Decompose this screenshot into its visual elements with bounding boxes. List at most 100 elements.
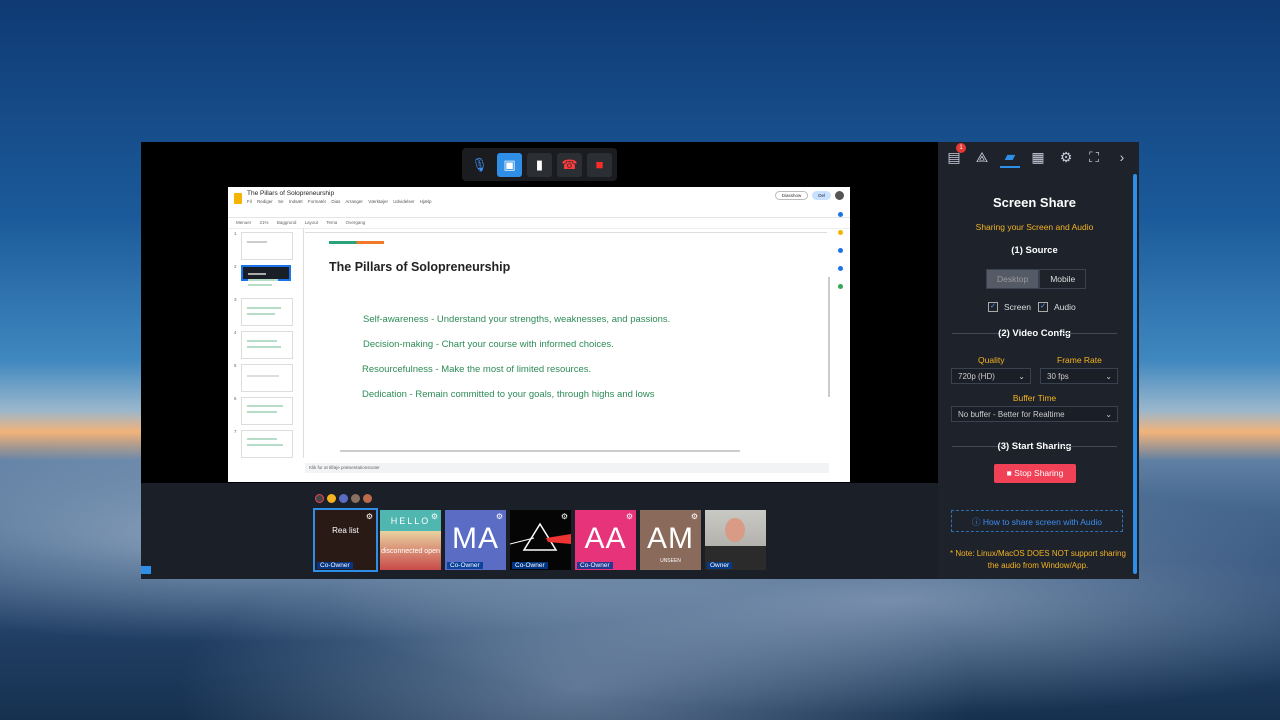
participant-tile[interactable]: ⚙ Co-Owner	[510, 510, 571, 570]
gear-icon[interactable]: ⚙	[496, 512, 503, 521]
screen-label: Screen	[1004, 302, 1031, 312]
hangup-icon: ☎	[561, 156, 578, 172]
slides-header: The Pillars of Solopreneurship Fil Redig…	[228, 187, 850, 218]
menu-tools[interactable]: Værktøjer	[368, 199, 388, 204]
tab-chat[interactable]: ▤ 1	[944, 143, 966, 167]
menu-view[interactable]: Se	[278, 199, 284, 204]
avatar[interactable]	[351, 494, 360, 503]
menus-search[interactable]: Menuer	[236, 220, 251, 225]
slide-scrollbar[interactable]	[828, 277, 830, 397]
speaker-notes[interactable]: Klik for at tilføje præsentationsnoter	[305, 463, 829, 473]
slideshow-button[interactable]: Diasshow	[774, 191, 809, 200]
menu-extensions[interactable]: Udvidelser	[393, 199, 414, 204]
slide-number: 5	[234, 363, 237, 368]
participant-label: HELLO	[390, 516, 431, 526]
menu-file[interactable]: Fil	[247, 199, 252, 204]
zoom-level[interactable]: 21%	[260, 220, 269, 225]
avatar[interactable]	[339, 494, 348, 503]
participant-label: Rea list	[332, 526, 359, 535]
tasks-icon[interactable]	[838, 248, 843, 253]
screen-share-icon: ▰	[1004, 147, 1016, 164]
buffer-select[interactable]: No buffer - Better for Realtime ⌄	[951, 406, 1118, 422]
gear-icon[interactable]: ⚙	[626, 512, 633, 521]
participant-tile[interactable]: ⚙ Rea list Co-Owner	[313, 508, 378, 572]
side-panel: ▤ 1 ⟁ ▰ ▦ ⚙ ⛶ › Screen Share Sharing your…	[938, 142, 1139, 579]
avatar[interactable]	[327, 494, 336, 503]
menu-format[interactable]: Formatér	[308, 199, 326, 204]
screen-checkbox[interactable]: ✓ Screen	[988, 302, 1031, 312]
gear-icon[interactable]: ⚙	[691, 512, 698, 521]
slide-thumbnail[interactable]	[241, 298, 293, 326]
gear-icon[interactable]: ⚙	[366, 512, 373, 521]
audio-checkbox[interactable]: ✓ Audio	[1038, 302, 1076, 312]
slide-bullet: Resourcefulness - Make the most of limit…	[362, 364, 592, 375]
theme-button[interactable]: Tema	[326, 220, 337, 225]
slide-thumbnail[interactable]	[241, 364, 293, 392]
slide-canvas[interactable]: The Pillars of Solopreneurship Self-awar…	[305, 233, 827, 451]
buffer-value: No buffer - Better for Realtime	[958, 410, 1065, 419]
menu-insert[interactable]: Indsæt	[289, 199, 303, 204]
account-avatar[interactable]	[835, 191, 844, 200]
menu-arrange[interactable]: Arranger	[345, 199, 363, 204]
quality-label: Quality	[978, 355, 1005, 365]
slide-number: 1	[234, 231, 237, 236]
menu-slide[interactable]: Dias	[331, 199, 340, 204]
participant-tile[interactable]: Owner	[705, 510, 766, 570]
slide-number: 6	[234, 396, 237, 401]
participant-tile[interactable]: ⚙ HELLO disconnected open	[380, 510, 441, 570]
audio-label: Audio	[1054, 302, 1076, 312]
tab-layout[interactable]: ▦	[1028, 147, 1048, 167]
share-button[interactable]: Del	[812, 191, 831, 200]
connection-stats-button[interactable]: ▮	[527, 152, 552, 177]
slide-thumbnail[interactable]	[241, 430, 293, 458]
stop-sharing-button[interactable]: ■ Stop Sharing	[994, 464, 1076, 483]
transition-button[interactable]: Overgang	[346, 220, 366, 225]
mic-button[interactable]: 🎙	[467, 153, 492, 177]
panel-scrollbar[interactable]	[1133, 174, 1137, 574]
slide-thumbnail[interactable]	[241, 331, 293, 359]
shared-screen: The Pillars of Solopreneurship Fil Redig…	[228, 187, 850, 482]
camera-toggle-button[interactable]: ▣	[497, 152, 522, 177]
participant-initials: MA	[452, 522, 499, 555]
document-title[interactable]: The Pillars of Solopreneurship	[247, 190, 334, 197]
divider	[1062, 446, 1117, 447]
background-button[interactable]: Baggrund	[277, 220, 297, 225]
status-icon[interactable]	[141, 566, 151, 574]
hangup-button[interactable]: ☎	[557, 152, 582, 177]
slide-number: 7	[234, 429, 237, 434]
contacts-icon[interactable]	[838, 266, 843, 271]
calendar-icon[interactable]	[838, 212, 843, 217]
layout-button[interactable]: Layout	[305, 220, 319, 225]
slide-thumbnail-selected[interactable]	[241, 265, 291, 286]
tab-share[interactable]: ⟁	[972, 147, 992, 167]
stop-button[interactable]: ■	[587, 152, 612, 177]
maps-icon[interactable]	[838, 284, 843, 289]
slide-thumbnail[interactable]	[241, 232, 293, 260]
mobile-option[interactable]: Mobile	[1039, 269, 1087, 289]
slide-thumbnail[interactable]	[241, 397, 293, 425]
participant-initials: AM	[647, 522, 694, 555]
desktop-option[interactable]: Desktop	[986, 269, 1040, 289]
collapse-panel-button[interactable]: ›	[1112, 147, 1132, 167]
tab-fullscreen[interactable]: ⛶	[1084, 147, 1104, 167]
howto-link[interactable]: ⓘ How to share screen with Audio	[951, 510, 1123, 532]
participant-tile[interactable]: ⚙ AA Co-Owner	[575, 510, 636, 570]
meeting-app: 🎙 ▣ ▮ ☎ ■ The Pillars of Solopreneurship…	[141, 142, 1139, 579]
participant-tile[interactable]: ⚙ AM UNSEEN	[640, 510, 701, 570]
menu-help[interactable]: Hjælp	[420, 199, 432, 204]
framerate-select[interactable]: 30 fps ⌄	[1040, 368, 1118, 384]
slide-horizontal-scrollbar[interactable]	[340, 450, 740, 452]
quality-select[interactable]: 720p (HD) ⌄	[951, 368, 1031, 384]
avatar[interactable]	[363, 494, 372, 503]
avatar[interactable]	[315, 494, 324, 503]
tab-screen-share[interactable]: ▰	[1000, 146, 1020, 168]
slide-thumbnails: 1 2 3 4 5 6 7	[228, 228, 298, 458]
keep-icon[interactable]	[838, 230, 843, 235]
stop-icon: ■	[595, 157, 604, 172]
menu-edit[interactable]: Rediger	[257, 199, 273, 204]
grid-icon: ▦	[1031, 148, 1045, 165]
participant-tile[interactable]: ⚙ MA Co-Owner	[445, 510, 506, 570]
prism-image	[510, 522, 571, 551]
tab-settings[interactable]: ⚙	[1056, 147, 1076, 167]
owner-video	[725, 518, 745, 542]
